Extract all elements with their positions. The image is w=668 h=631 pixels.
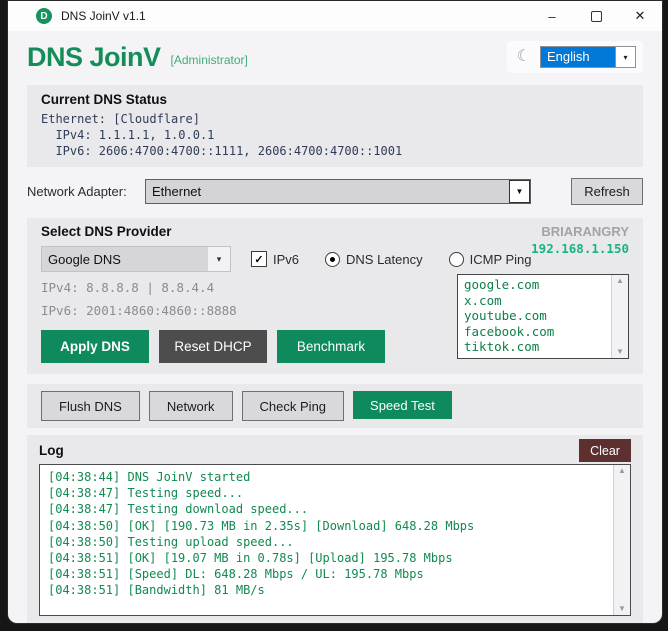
language-control-group: ☾ English ▾ — [506, 41, 643, 73]
test-site-item[interactable]: youtube.com — [464, 308, 605, 324]
app-window: D DNS JoinV v1.1 – ✕ DNS JoinV [Administ… — [8, 1, 662, 623]
test-site-item[interactable]: facebook.com — [464, 324, 605, 340]
log-output[interactable]: [04:38:44] DNS JoinV started [04:38:47] T… — [39, 464, 631, 616]
log-line: [04:38:47] Testing speed... — [48, 486, 244, 501]
chevron-down-icon[interactable]: ▾ — [208, 247, 230, 271]
clear-log-button[interactable]: Clear — [579, 439, 631, 462]
network-button[interactable]: Network — [148, 391, 233, 421]
current-dns-status-panel: Current DNS Status Ethernet: [Cloudflare… — [27, 85, 643, 167]
speed-test-button[interactable]: Speed Test — [353, 391, 452, 419]
flush-dns-button[interactable]: Flush DNS — [41, 391, 140, 421]
log-panel-title: Log — [39, 443, 64, 458]
status-line: IPv4: 1.1.1.1, 1.0.0.1 — [41, 128, 215, 142]
close-button[interactable]: ✕ — [618, 1, 662, 31]
hostname-label: BRIARANGRY — [541, 224, 629, 239]
log-line: [04:38:47] Testing download speed... — [48, 502, 309, 517]
page-title: DNS JoinV — [27, 41, 161, 72]
tools-panel: Flush DNS Network Check Ping Speed Test — [27, 384, 643, 428]
scroll-up-icon[interactable]: ▲ — [618, 467, 626, 475]
check-ping-button[interactable]: Check Ping — [241, 391, 345, 421]
dropdown-arrow-icon[interactable]: ▼ — [509, 180, 530, 203]
status-panel-title: Current DNS Status — [41, 92, 168, 107]
language-select[interactable]: English ▾ — [540, 46, 636, 68]
ipv6-checkbox[interactable]: ✓ — [251, 251, 267, 267]
test-sites-list: google.com x.com youtube.com facebook.com ti… — [458, 275, 611, 358]
dns-provider-panel: Select DNS Provider BRIARANGRY 192.168.1… — [27, 218, 643, 374]
icmp-ping-radio[interactable] — [448, 251, 464, 267]
log-panel: Log Clear [04:38:44] DNS JoinV started [0… — [27, 435, 643, 623]
status-line: IPv6: 2606:4700:4700::1111, 2606:4700:47… — [41, 144, 403, 158]
dns-latency-radio-group[interactable]: DNS Latency — [325, 251, 423, 267]
scroll-up-icon[interactable]: ▲ — [616, 277, 624, 285]
network-adapter-label: Network Adapter: — [27, 184, 127, 199]
window-title: DNS JoinV v1.1 — [61, 9, 146, 23]
dns-provider-value: Google DNS — [48, 251, 121, 267]
minimize-button[interactable]: – — [530, 1, 574, 31]
status-lines: Ethernet: [Cloudflare] IPv4: 1.1.1.1, 1.… — [41, 111, 629, 159]
network-adapter-value: Ethernet — [152, 184, 202, 199]
benchmark-button[interactable]: Benchmark — [277, 330, 385, 363]
log-line: [04:38:51] [Speed] DL: 648.28 Mbps / UL:… — [48, 567, 424, 582]
test-sites-listbox[interactable]: google.com x.com youtube.com facebook.com ti… — [457, 274, 629, 359]
log-line: [04:38:51] [OK] [19.07 MB in 0.78s] [Upl… — [48, 551, 453, 566]
refresh-button[interactable]: Refresh — [571, 178, 643, 205]
network-adapter-select[interactable]: Ethernet ▼ — [145, 179, 531, 204]
chevron-down-icon[interactable]: ▾ — [615, 47, 635, 67]
ipv6-checkbox-label: IPv6 — [273, 251, 300, 267]
status-line: Ethernet: [Cloudflare] — [41, 112, 200, 126]
language-selected-value[interactable]: English — [541, 47, 615, 67]
title-bar[interactable]: D DNS JoinV v1.1 – ✕ — [8, 1, 662, 31]
log-lines: [04:38:44] DNS JoinV started [04:38:47] T… — [40, 465, 613, 615]
maximize-button[interactable] — [574, 1, 618, 31]
desktop: D DNS JoinV v1.1 – ✕ DNS JoinV [Administ… — [0, 0, 668, 631]
scroll-down-icon[interactable]: ▼ — [616, 348, 624, 356]
log-scrollbar[interactable]: ▲ ▼ — [613, 465, 630, 615]
log-line: [04:38:50] Testing upload speed... — [48, 534, 294, 549]
test-site-item[interactable]: x.com — [464, 293, 605, 309]
log-line: [04:38:51] [Bandwidth] 81 MB/s — [48, 583, 265, 598]
dns-latency-radio[interactable] — [325, 251, 341, 267]
dns-provider-select[interactable]: Google DNS ▾ — [41, 246, 231, 272]
listbox-scrollbar[interactable]: ▲ ▼ — [611, 275, 628, 358]
moon-icon[interactable]: ☾ — [517, 49, 531, 65]
log-line: [04:38:44] DNS JoinV started — [48, 470, 251, 484]
icmp-ping-radio-label: ICMP Ping — [469, 251, 532, 267]
reset-dhcp-button[interactable]: Reset DHCP — [159, 330, 267, 363]
apply-dns-button[interactable]: Apply DNS — [41, 330, 149, 363]
maximize-icon — [590, 10, 602, 22]
dns-latency-radio-label: DNS Latency — [346, 251, 423, 267]
administrator-badge: [Administrator] — [170, 53, 248, 67]
ipv6-checkbox-group[interactable]: ✓ IPv6 — [251, 251, 299, 267]
log-line: [04:38:50] [OK] [190.73 MB in 2.35s] [Do… — [48, 518, 475, 533]
icmp-ping-radio-group[interactable]: ICMP Ping — [448, 251, 532, 267]
app-icon: D — [36, 8, 52, 24]
local-ip-label: 192.168.1.150 — [531, 241, 629, 256]
scroll-down-icon[interactable]: ▼ — [618, 605, 626, 613]
test-site-item[interactable]: google.com — [464, 277, 605, 293]
test-site-item[interactable]: tiktok.com — [464, 339, 605, 355]
